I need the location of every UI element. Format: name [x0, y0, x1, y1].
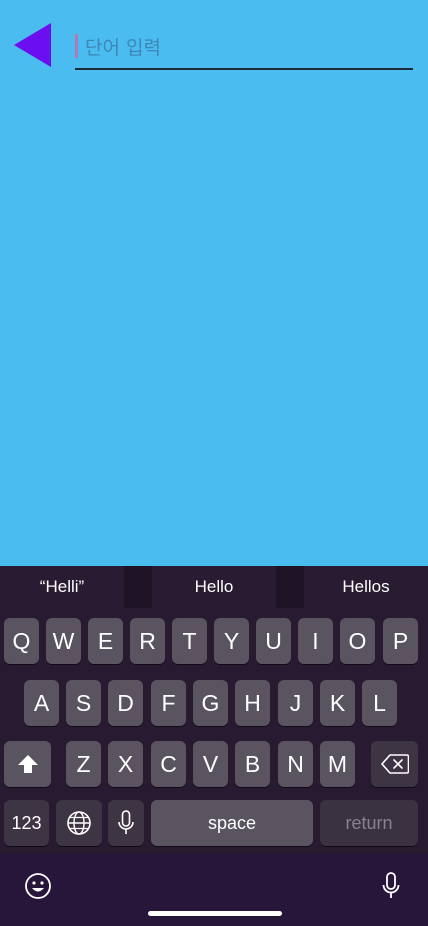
key-o[interactable]: O	[340, 618, 375, 664]
key-k[interactable]: K	[320, 680, 355, 726]
key-g[interactable]: G	[193, 680, 228, 726]
key-q[interactable]: Q	[4, 618, 39, 664]
emoji-button[interactable]	[22, 870, 54, 902]
key-l[interactable]: L	[362, 680, 397, 726]
key-p[interactable]: P	[383, 618, 418, 664]
suggestion-item[interactable]: Hellos	[304, 566, 428, 608]
key-t[interactable]: T	[172, 618, 207, 664]
app-screen	[0, 0, 428, 566]
back-button[interactable]	[12, 22, 52, 68]
globe-key[interactable]	[56, 800, 102, 846]
shift-key[interactable]	[4, 741, 51, 787]
key-z[interactable]: Z	[66, 741, 101, 787]
key-e[interactable]: E	[88, 618, 123, 664]
key-n[interactable]: N	[278, 741, 313, 787]
key-f[interactable]: F	[151, 680, 186, 726]
key-m[interactable]: M	[320, 741, 355, 787]
delete-key[interactable]	[371, 741, 418, 787]
key-d[interactable]: D	[108, 680, 143, 726]
back-arrow-icon	[14, 23, 51, 67]
shift-icon	[17, 755, 38, 773]
key-w[interactable]: W	[46, 618, 81, 664]
key-i[interactable]: I	[298, 618, 333, 664]
key-v[interactable]: V	[193, 741, 228, 787]
globe-icon	[67, 811, 91, 835]
keyboard: “Helli” Hello Hellos Q W E R T Y U I O P…	[0, 566, 428, 926]
home-indicator[interactable]	[148, 911, 282, 916]
key-r[interactable]: R	[130, 618, 165, 664]
backspace-icon	[380, 754, 409, 774]
key-h[interactable]: H	[235, 680, 270, 726]
key-b[interactable]: B	[235, 741, 270, 787]
suggestion-item[interactable]: “Helli”	[0, 566, 124, 608]
key-a[interactable]: A	[24, 680, 59, 726]
suggestion-divider	[124, 566, 152, 608]
key-j[interactable]: J	[278, 680, 313, 726]
dictation-button[interactable]	[378, 870, 404, 902]
numbers-key[interactable]: 123	[4, 800, 49, 846]
microphone-icon	[382, 872, 400, 898]
suggestion-bar: “Helli” Hello Hellos	[0, 566, 428, 608]
search-field[interactable]	[75, 28, 413, 70]
dictation-key[interactable]	[108, 800, 144, 846]
suggestion-divider	[276, 566, 304, 608]
key-s[interactable]: S	[66, 680, 101, 726]
return-key[interactable]: return	[320, 800, 418, 846]
space-key[interactable]: space	[151, 800, 313, 846]
key-x[interactable]: X	[108, 741, 143, 787]
search-input[interactable]	[83, 30, 407, 66]
key-u[interactable]: U	[256, 618, 291, 664]
suggestion-item[interactable]: Hello	[152, 566, 276, 608]
key-c[interactable]: C	[151, 741, 186, 787]
key-y[interactable]: Y	[214, 618, 249, 664]
emoji-icon	[25, 873, 51, 899]
text-cursor	[75, 34, 78, 58]
microphone-icon	[118, 810, 134, 834]
